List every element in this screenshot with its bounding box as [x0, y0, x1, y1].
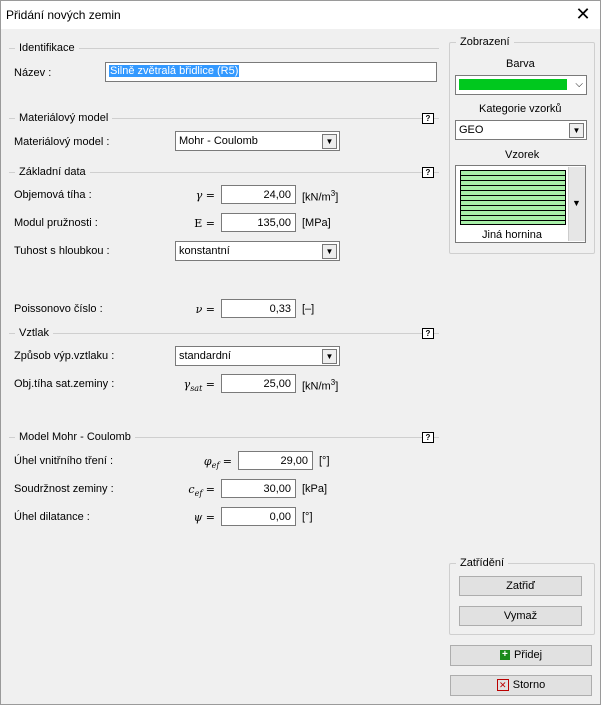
saturated-weight-input[interactable]: 25,00 — [221, 374, 296, 393]
section-buoyancy-header: Vztlak — [15, 327, 53, 339]
add-button-label: Přidej — [513, 649, 543, 661]
plus-icon: + — [499, 650, 510, 661]
buoyancy-method-label: Způsob výp.vztlaku : — [14, 350, 115, 362]
cohesion-unit: [kPa] — [302, 483, 328, 495]
remove-classification-button[interactable]: Vymaž — [459, 606, 582, 626]
category-label: Kategorie vzorků — [479, 103, 562, 115]
saturated-weight-unit-text: [kN/m — [302, 380, 331, 393]
buoyancy-method-value: standardní — [179, 350, 231, 362]
pattern-name: Jiná hornina — [482, 229, 542, 241]
cancel-button[interactable]: ✕ Storno — [450, 675, 592, 696]
help-icon[interactable]: ? — [422, 328, 434, 339]
chevron-down-icon: ▼ — [572, 198, 581, 208]
section-identification-header: Identifikace — [15, 42, 79, 54]
friction-angle-phi: φ — [203, 455, 212, 468]
title-bar: Přidání nových zemin ✕ — [1, 1, 600, 29]
color-select[interactable]: ⌵ — [455, 75, 587, 95]
cohesion-input[interactable]: 30,00 — [221, 479, 296, 498]
saturated-weight-unit: [kN/m3] — [302, 378, 338, 393]
stiffness-label: Tuhost s hloubkou : — [14, 245, 110, 257]
modulus-unit: [MPa] — [302, 217, 331, 229]
friction-angle-input[interactable]: 29,00 — [238, 451, 313, 470]
unit-weight-symbol: γ = — [195, 189, 215, 202]
dilatancy-label: Úhel dilatance : — [14, 511, 90, 523]
stiffness-select[interactable]: konstantní ▼ — [175, 241, 340, 261]
saturated-weight-unit-close: ] — [335, 380, 339, 393]
separator — [9, 333, 439, 334]
modulus-input[interactable]: 135,00 — [221, 213, 296, 232]
dilatancy-unit: [°] — [302, 511, 313, 523]
cohesion-symbol: cef = — [161, 483, 215, 498]
cancel-icon: ✕ — [496, 679, 509, 692]
pattern-select[interactable]: Jiná hornina ▼ — [455, 165, 586, 243]
cohesion-label: Soudržnost zeminy : — [14, 483, 114, 495]
name-input[interactable]: Silně zvětralá břidlice (R5) — [105, 62, 437, 82]
poisson-label: Poissonovo číslo : — [14, 303, 103, 315]
help-icon[interactable]: ? — [422, 113, 434, 124]
classification-header: Zatřídění — [456, 557, 509, 569]
dilatancy-input[interactable]: 0,00 — [221, 507, 296, 526]
close-icon[interactable]: ✕ — [571, 3, 595, 25]
poisson-symbol: ν = — [195, 303, 215, 316]
section-mohr-coulomb-header: Model Mohr - Coulomb — [15, 431, 135, 443]
classify-button[interactable]: Zatřiď — [459, 576, 582, 596]
cancel-button-label: Storno — [512, 679, 546, 691]
unit-weight-label: Objemová tíha : — [14, 189, 92, 201]
modulus-symbol: E = — [194, 217, 215, 230]
friction-angle-eq: = — [219, 455, 232, 468]
color-label: Barva — [506, 58, 535, 70]
modulus-label: Modul pružnosti : — [14, 217, 98, 229]
name-value: Silně zvětralá břidlice (R5) — [109, 65, 240, 77]
saturated-weight-eq: = — [202, 378, 215, 391]
pattern-dropdown[interactable]: ▼ — [568, 167, 585, 241]
name-label: Název : — [14, 67, 52, 79]
category-value: GEO — [459, 124, 484, 136]
friction-angle-unit: [°] — [319, 455, 330, 467]
friction-angle-symbol: φef = — [181, 455, 232, 470]
cohesion-eq: = — [202, 483, 215, 496]
buoyancy-method-select[interactable]: standardní ▼ — [175, 346, 340, 366]
section-material-model-header: Materiálový model — [15, 112, 113, 124]
unit-weight-input[interactable]: 24,00 — [221, 185, 296, 204]
chevron-down-icon: ▼ — [569, 123, 584, 138]
saturated-weight-symbol: γsat = — [161, 378, 215, 393]
poisson-input[interactable]: 0,33 — [221, 299, 296, 318]
help-icon[interactable]: ? — [422, 432, 434, 443]
section-basic-data-header: Základní data — [15, 166, 90, 178]
friction-angle-label: Úhel vnitřního tření : — [14, 455, 114, 467]
material-model-value: Mohr - Coulomb — [179, 135, 258, 147]
saturated-weight-sub: sat — [190, 384, 203, 394]
stiffness-value: konstantní — [179, 245, 230, 257]
dialog-title: Přidání nových zemin — [6, 8, 121, 22]
pattern-label: Vzorek — [505, 149, 540, 161]
help-icon[interactable]: ? — [422, 167, 434, 178]
chevron-down-icon: ⌵ — [575, 79, 583, 90]
saturated-weight-label: Obj.tíha sat.zeminy : — [14, 378, 115, 390]
unit-weight-unit-close: ] — [335, 191, 339, 204]
material-model-label: Materiálový model : — [14, 136, 110, 148]
unit-weight-unit: [kN/m3] — [302, 189, 338, 204]
unit-weight-unit-text: [kN/m — [302, 191, 331, 204]
color-swatch — [459, 79, 567, 90]
poisson-unit: [–] — [302, 303, 315, 315]
chevron-down-icon: ▼ — [322, 244, 337, 259]
material-model-select[interactable]: Mohr - Coulomb ▼ — [175, 131, 340, 151]
add-soil-dialog: Přidání nových zemin ✕ Identifikace Náze… — [0, 0, 601, 705]
display-header: Zobrazení — [456, 36, 514, 48]
dilatancy-symbol: ψ = — [193, 511, 215, 524]
add-button[interactable]: + Přidej — [450, 645, 592, 666]
pattern-swatch — [460, 170, 566, 225]
chevron-down-icon: ▼ — [322, 349, 337, 364]
chevron-down-icon: ▼ — [322, 134, 337, 149]
category-select[interactable]: GEO ▼ — [455, 120, 587, 140]
